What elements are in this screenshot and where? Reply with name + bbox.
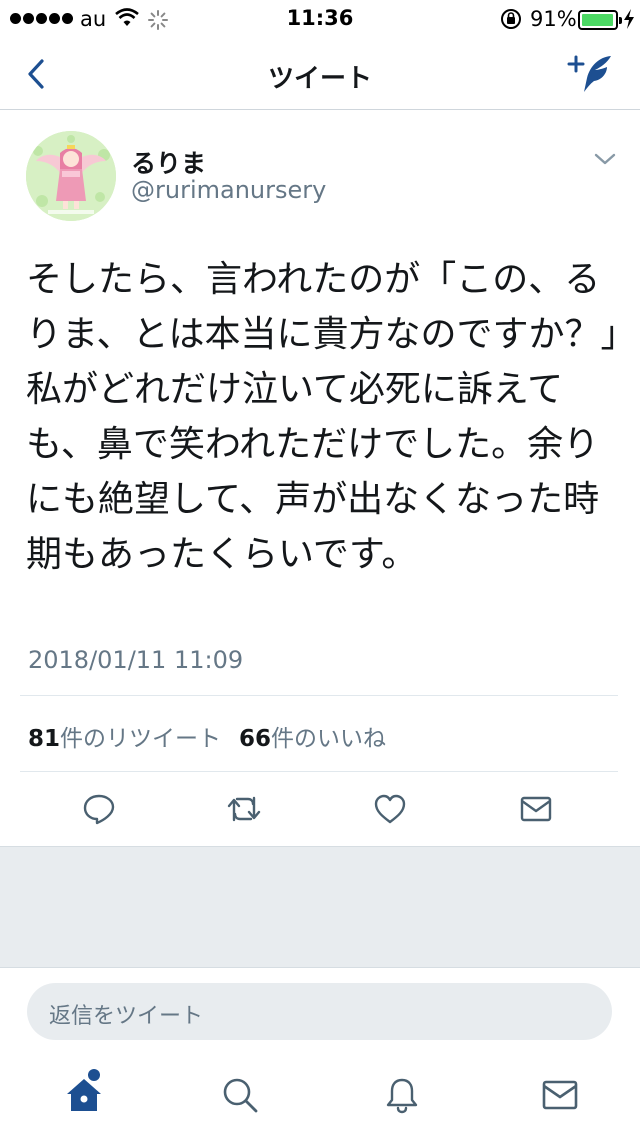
share-dm-button[interactable] bbox=[518, 792, 554, 826]
retweet-count-label[interactable]: 件のリツイート bbox=[60, 719, 221, 753]
tab-notifications[interactable] bbox=[380, 1074, 424, 1116]
envelope-icon bbox=[542, 1080, 578, 1110]
battery-percent: 91% bbox=[530, 7, 577, 31]
bell-icon bbox=[386, 1078, 418, 1114]
envelope-icon bbox=[520, 796, 552, 822]
heart-icon bbox=[374, 794, 406, 824]
retweet-count[interactable]: 81 bbox=[28, 726, 60, 752]
empty-replies-area bbox=[0, 846, 640, 968]
tab-home[interactable] bbox=[62, 1074, 106, 1116]
new-content-dot bbox=[88, 1069, 100, 1081]
reply-icon bbox=[83, 794, 115, 825]
reply-button[interactable] bbox=[81, 792, 117, 826]
like-count-label[interactable]: 件のいいね bbox=[271, 719, 386, 753]
tweet-stats: 81 件のリツイート 66 件のいいね bbox=[28, 719, 386, 753]
reply-input[interactable]: 返信をツイート bbox=[27, 983, 612, 1040]
retweet-button[interactable] bbox=[226, 792, 262, 826]
retweet-icon bbox=[227, 796, 261, 822]
status-bar: au 11:36 91% bbox=[0, 0, 640, 40]
compose-tweet-icon bbox=[567, 55, 611, 92]
chevron-down-icon bbox=[594, 153, 616, 165]
compose-tweet-button[interactable] bbox=[566, 52, 616, 96]
like-count[interactable]: 66 bbox=[239, 726, 271, 752]
charging-icon bbox=[622, 8, 636, 35]
rotation-lock-icon bbox=[500, 8, 522, 35]
avatar-image bbox=[26, 131, 116, 221]
tweet-text: そしたら、言われたのが「この、るりま、とは本当に貴方なのですか？」私がどれだけ泣… bbox=[26, 259, 619, 575]
home-icon bbox=[67, 1079, 101, 1111]
tab-messages[interactable] bbox=[538, 1074, 582, 1116]
avatar[interactable] bbox=[26, 131, 116, 221]
like-button[interactable] bbox=[372, 792, 408, 826]
divider bbox=[20, 771, 618, 772]
navigation-bar: ツイート bbox=[0, 40, 640, 110]
divider bbox=[20, 695, 618, 696]
display-name[interactable]: るりま bbox=[131, 144, 206, 180]
search-icon bbox=[223, 1078, 258, 1113]
tab-search[interactable] bbox=[218, 1074, 262, 1116]
user-handle[interactable]: @rurimanursery bbox=[131, 176, 326, 204]
battery-icon bbox=[578, 10, 622, 30]
tweet-options-button[interactable] bbox=[590, 146, 620, 172]
reply-placeholder: 返信をツイート bbox=[49, 1004, 204, 1029]
tweet-timestamp: 2018/01/11 11:09 bbox=[28, 646, 244, 674]
page-title: ツイート bbox=[267, 64, 372, 94]
